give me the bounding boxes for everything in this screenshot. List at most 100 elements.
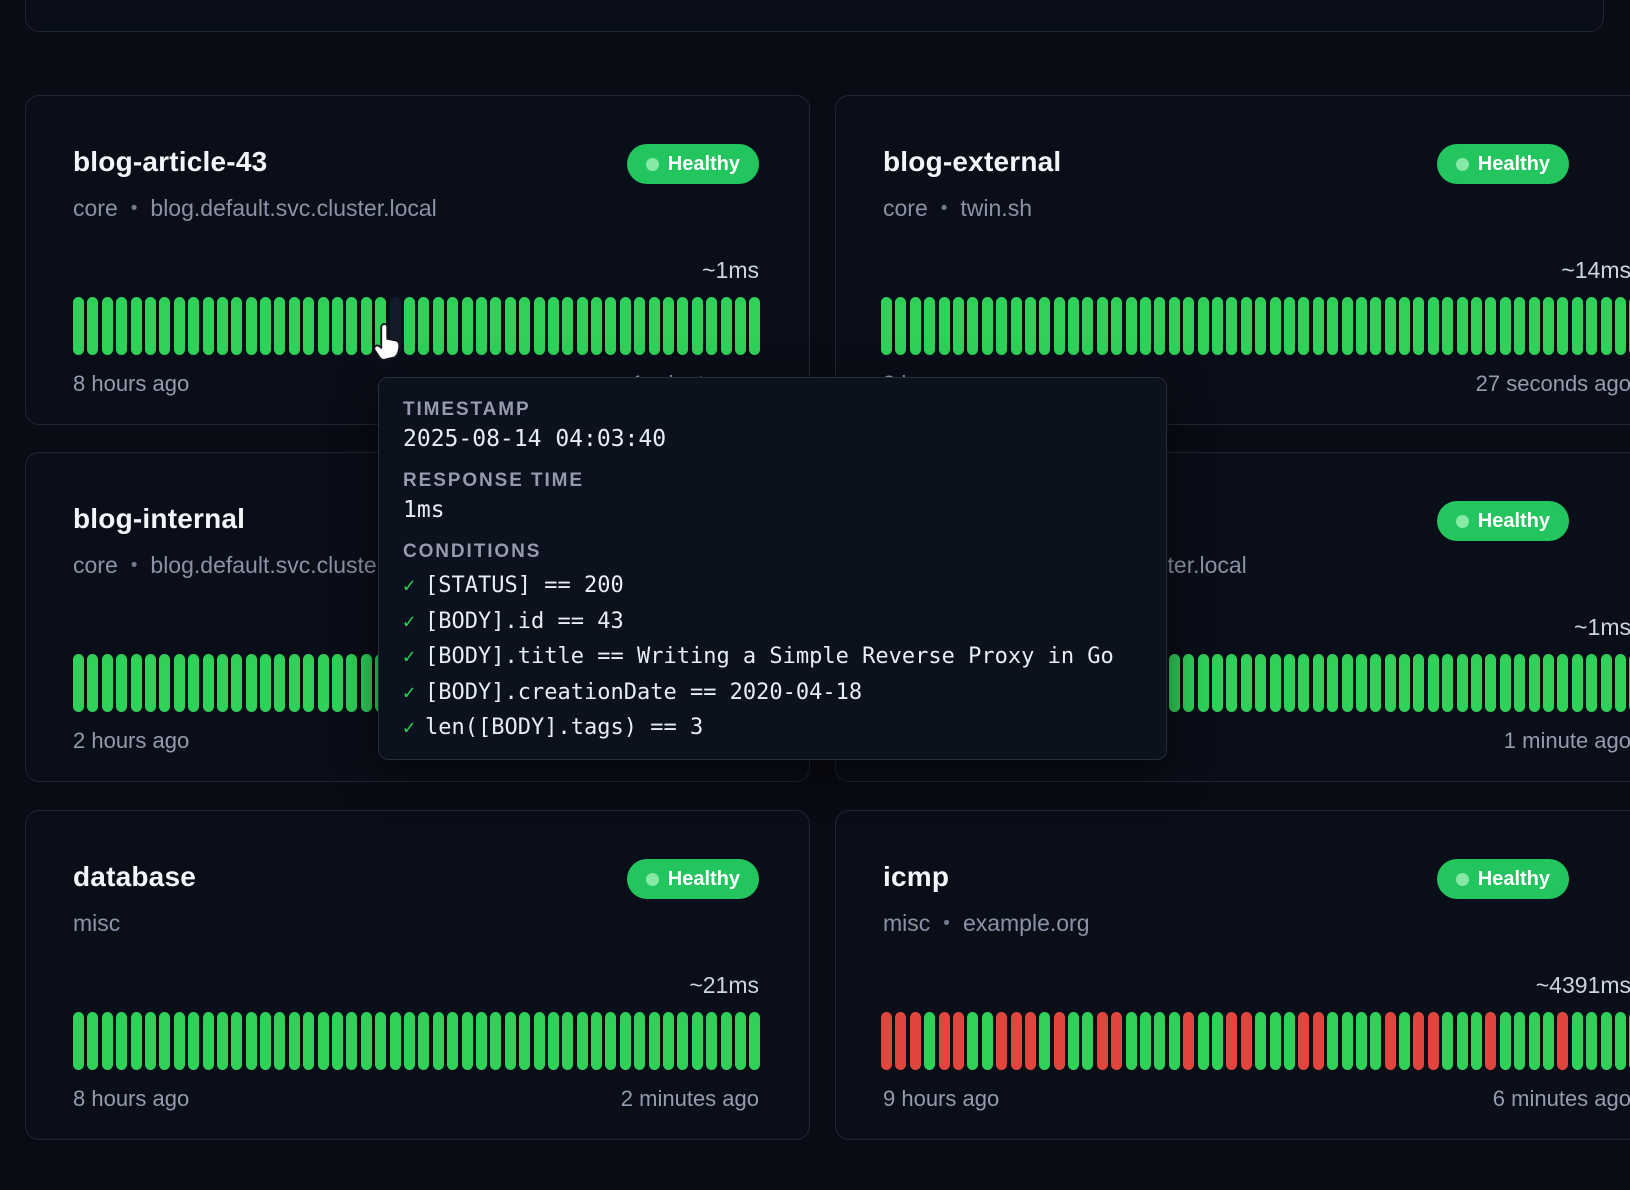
uptime-bar[interactable] bbox=[1284, 1012, 1295, 1070]
uptime-bar[interactable] bbox=[939, 1012, 950, 1070]
uptime-bar[interactable] bbox=[1342, 297, 1353, 355]
uptime-bar[interactable] bbox=[1572, 297, 1583, 355]
uptime-bar[interactable] bbox=[1025, 1012, 1036, 1070]
uptime-bar[interactable] bbox=[910, 1012, 921, 1070]
uptime-bar[interactable] bbox=[1428, 1012, 1439, 1070]
uptime-bar[interactable] bbox=[1140, 1012, 1151, 1070]
uptime-bar[interactable] bbox=[231, 1012, 242, 1070]
uptime-bar[interactable] bbox=[418, 1012, 429, 1070]
uptime-bar[interactable] bbox=[131, 1012, 142, 1070]
uptime-bar[interactable] bbox=[174, 1012, 185, 1070]
uptime-bar[interactable] bbox=[1255, 1012, 1266, 1070]
uptime-bar[interactable] bbox=[924, 1012, 935, 1070]
uptime-bar[interactable] bbox=[910, 297, 921, 355]
uptime-bar[interactable] bbox=[476, 297, 487, 355]
uptime-bar[interactable] bbox=[982, 297, 993, 355]
uptime-bar[interactable] bbox=[924, 297, 935, 355]
uptime-bar[interactable] bbox=[375, 1012, 386, 1070]
endpoint-card-blog-external[interactable]: blog-external core • twin.sh Healthy ~14… bbox=[835, 95, 1630, 425]
uptime-bar[interactable] bbox=[895, 1012, 906, 1070]
uptime-bar[interactable] bbox=[1356, 1012, 1367, 1070]
uptime-bar[interactable] bbox=[418, 297, 429, 355]
uptime-bar[interactable] bbox=[433, 1012, 444, 1070]
endpoint-card-database[interactable]: database misc Healthy ~21ms 8 hours ago … bbox=[25, 810, 810, 1140]
uptime-bar[interactable] bbox=[1284, 654, 1295, 712]
uptime-bar[interactable] bbox=[1543, 297, 1554, 355]
uptime-bar[interactable] bbox=[1514, 297, 1525, 355]
uptime-bar[interactable] bbox=[274, 654, 285, 712]
uptime-bar[interactable] bbox=[73, 654, 84, 712]
uptime-bar[interactable] bbox=[462, 1012, 473, 1070]
uptime-bar[interactable] bbox=[562, 1012, 573, 1070]
uptime-bar[interactable] bbox=[332, 654, 343, 712]
uptime-bar[interactable] bbox=[605, 1012, 616, 1070]
uptime-bar[interactable] bbox=[1428, 654, 1439, 712]
uptime-bar[interactable] bbox=[1327, 297, 1338, 355]
uptime-bar[interactable] bbox=[231, 297, 242, 355]
uptime-bar[interactable] bbox=[1356, 297, 1367, 355]
endpoint-card-blog-article-43[interactable]: blog-article-43 core • blog.default.svc.… bbox=[25, 95, 810, 425]
uptime-bar[interactable] bbox=[303, 654, 314, 712]
uptime-bar[interactable] bbox=[1413, 654, 1424, 712]
uptime-bar[interactable] bbox=[116, 297, 127, 355]
uptime-bar[interactable] bbox=[289, 297, 300, 355]
uptime-bar[interactable] bbox=[159, 654, 170, 712]
uptime-bar[interactable] bbox=[462, 297, 473, 355]
uptime-bar[interactable] bbox=[246, 654, 257, 712]
uptime-bar[interactable] bbox=[1054, 297, 1065, 355]
uptime-bar[interactable] bbox=[1457, 654, 1468, 712]
uptime-bar[interactable] bbox=[953, 297, 964, 355]
uptime-bar[interactable] bbox=[404, 1012, 415, 1070]
uptime-bar[interactable] bbox=[246, 297, 257, 355]
uptime-bar[interactable] bbox=[289, 1012, 300, 1070]
uptime-bar[interactable] bbox=[534, 297, 545, 355]
uptime-bar[interactable] bbox=[87, 297, 98, 355]
uptime-bar[interactable] bbox=[346, 654, 357, 712]
uptime-bar[interactable] bbox=[1413, 297, 1424, 355]
uptime-bar[interactable] bbox=[1255, 297, 1266, 355]
uptime-bar[interactable] bbox=[1543, 1012, 1554, 1070]
uptime-bar[interactable] bbox=[749, 297, 760, 355]
uptime-bar[interactable] bbox=[274, 1012, 285, 1070]
uptime-bar[interactable] bbox=[102, 1012, 113, 1070]
uptime-bar[interactable] bbox=[174, 654, 185, 712]
uptime-bar[interactable] bbox=[203, 654, 214, 712]
uptime-bar[interactable] bbox=[203, 297, 214, 355]
uptime-bar[interactable] bbox=[404, 297, 415, 355]
uptime-bar[interactable] bbox=[375, 297, 386, 355]
uptime-bar[interactable] bbox=[721, 297, 732, 355]
uptime-bar[interactable] bbox=[577, 297, 588, 355]
uptime-bar[interactable] bbox=[246, 1012, 257, 1070]
uptime-bar[interactable] bbox=[1298, 654, 1309, 712]
uptime-bar[interactable] bbox=[490, 297, 501, 355]
uptime-bar[interactable] bbox=[1226, 297, 1237, 355]
uptime-bar[interactable] bbox=[217, 1012, 228, 1070]
uptime-bar[interactable] bbox=[188, 1012, 199, 1070]
uptime-bar[interactable] bbox=[73, 1012, 84, 1070]
uptime-bar[interactable] bbox=[1529, 1012, 1540, 1070]
uptime-bar[interactable] bbox=[1212, 297, 1223, 355]
uptime-bar[interactable] bbox=[1284, 297, 1295, 355]
uptime-bar[interactable] bbox=[1039, 297, 1050, 355]
uptime-bar[interactable] bbox=[1054, 1012, 1065, 1070]
uptime-bar[interactable] bbox=[1601, 297, 1612, 355]
uptime-bar[interactable] bbox=[447, 1012, 458, 1070]
uptime-bar[interactable] bbox=[519, 1012, 530, 1070]
uptime-bar[interactable] bbox=[939, 297, 950, 355]
uptime-bar[interactable] bbox=[1601, 1012, 1612, 1070]
uptime-bar[interactable] bbox=[332, 297, 343, 355]
uptime-bar[interactable] bbox=[677, 1012, 688, 1070]
uptime-bar[interactable] bbox=[303, 1012, 314, 1070]
uptime-bar[interactable] bbox=[116, 654, 127, 712]
uptime-bar[interactable] bbox=[1413, 1012, 1424, 1070]
uptime-bar[interactable] bbox=[953, 1012, 964, 1070]
uptime-bar[interactable] bbox=[1082, 1012, 1093, 1070]
uptime-bar[interactable] bbox=[174, 297, 185, 355]
uptime-bar[interactable] bbox=[735, 1012, 746, 1070]
uptime-bar[interactable] bbox=[1298, 1012, 1309, 1070]
uptime-bar[interactable] bbox=[1068, 297, 1079, 355]
uptime-bar[interactable] bbox=[1529, 654, 1540, 712]
uptime-bar[interactable] bbox=[1514, 1012, 1525, 1070]
uptime-bar[interactable] bbox=[1068, 1012, 1079, 1070]
uptime-bar[interactable] bbox=[1572, 1012, 1583, 1070]
